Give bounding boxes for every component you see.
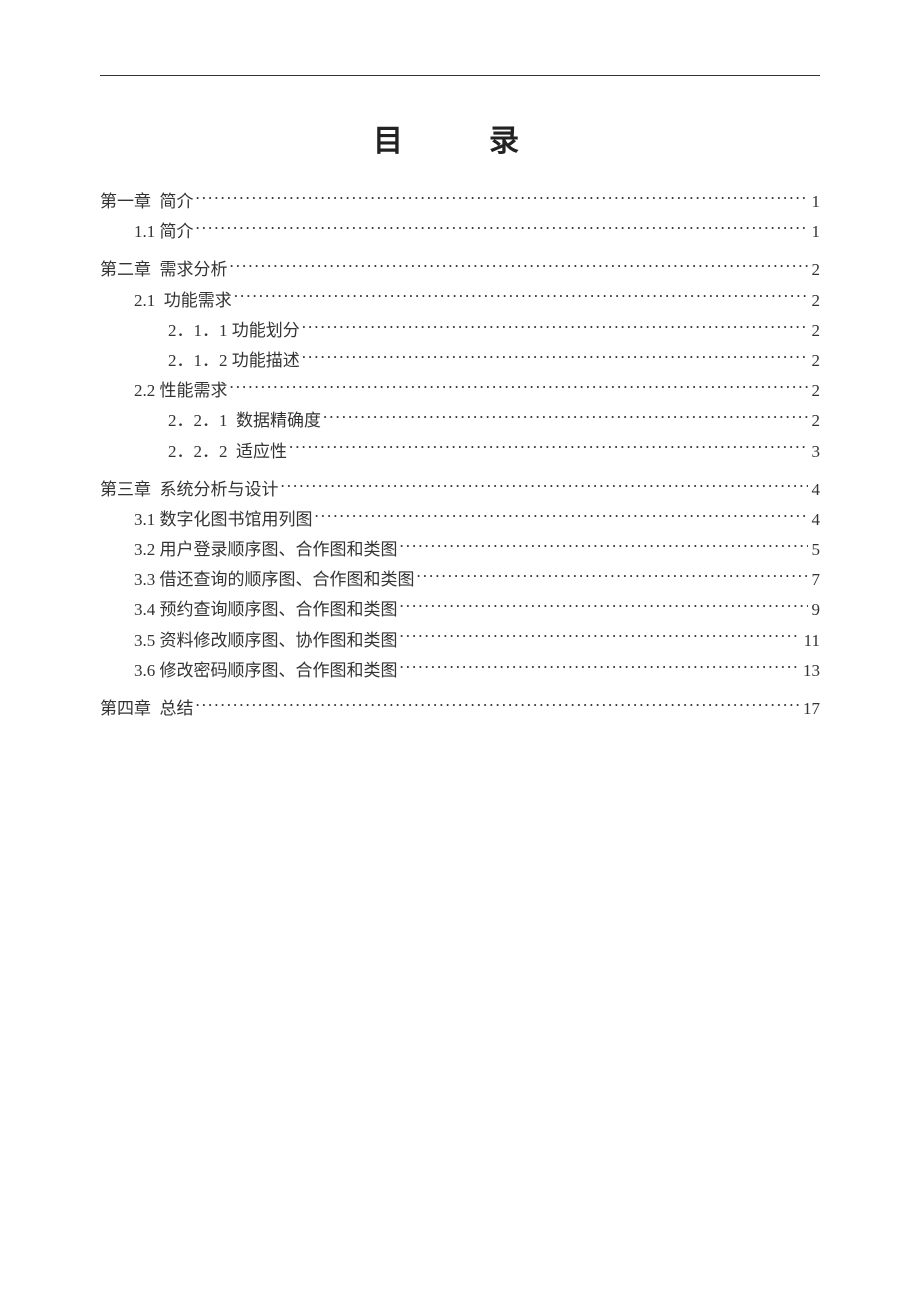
toc-entry-label: 第三章 系统分析与设计 xyxy=(100,476,279,503)
toc-entry-label: 第四章 总结 xyxy=(100,695,194,722)
toc-group-gap xyxy=(100,248,820,256)
toc-dots xyxy=(323,409,808,426)
toc-entry: 2．2．2 适应性 3 xyxy=(100,438,820,465)
toc-dots xyxy=(196,220,808,237)
toc-dots xyxy=(234,289,808,306)
toc-entry: 3.6 修改密码顺序图、合作图和类图 13 xyxy=(100,657,820,684)
toc-entry-label: 1.1 简介 xyxy=(134,218,194,245)
toc-dots xyxy=(302,349,808,366)
toc-entry: 2.2 性能需求 2 xyxy=(100,377,820,404)
toc-entry-label: 3.2 用户登录顺序图、合作图和类图 xyxy=(134,536,398,563)
toc-entry: 2.1 功能需求 2 xyxy=(100,287,820,314)
toc-entry-page: 17 xyxy=(801,695,820,722)
toc-entry-label: 第二章 需求分析 xyxy=(100,256,228,283)
top-divider xyxy=(100,75,820,76)
toc-dots xyxy=(196,697,800,714)
toc-entry-label: 3.6 修改密码顺序图、合作图和类图 xyxy=(134,657,398,684)
toc-entry: 1.1 简介 1 xyxy=(100,218,820,245)
toc-title: 目 录 xyxy=(100,116,820,160)
toc-entry-label: 3.5 资料修改顺序图、协作图和类图 xyxy=(134,627,398,654)
toc-entry: 第一章 简介 1 xyxy=(100,188,820,215)
toc-dots xyxy=(400,629,800,646)
toc-entry: 3.5 资料修改顺序图、协作图和类图 11 xyxy=(100,627,820,654)
toc-dots xyxy=(196,190,808,207)
toc-dots xyxy=(230,379,808,396)
toc-dots xyxy=(400,598,808,615)
toc-entry-page: 2 xyxy=(810,377,821,404)
toc-dots xyxy=(417,568,808,585)
toc-entry-label: 2.2 性能需求 xyxy=(134,377,228,404)
toc-entry-page: 2 xyxy=(810,256,821,283)
toc-entry-page: 1 xyxy=(810,218,821,245)
toc-entry: 2．1．2 功能描述 2 xyxy=(100,347,820,374)
toc-dots xyxy=(281,478,808,495)
toc-entry: 第三章 系统分析与设计 4 xyxy=(100,476,820,503)
toc-entry-page: 4 xyxy=(810,476,821,503)
toc-dots xyxy=(289,440,808,457)
toc-entry: 3.1 数字化图书馆用列图 4 xyxy=(100,506,820,533)
toc-dots xyxy=(315,508,808,525)
toc-entry-page: 13 xyxy=(801,657,820,684)
toc-entry-label: 2.1 功能需求 xyxy=(134,287,232,314)
toc-entry-page: 2 xyxy=(810,407,821,434)
toc-group-gap xyxy=(100,468,820,476)
toc-entry-label: 2．2．2 适应性 xyxy=(168,438,287,465)
toc-entry-label: 2．2．1 数据精确度 xyxy=(168,407,321,434)
toc-entry: 2．2．1 数据精确度 2 xyxy=(100,407,820,434)
toc-group-gap xyxy=(100,687,820,695)
toc-entry-page: 9 xyxy=(810,596,821,623)
toc-entry: 3.3 借还查询的顺序图、合作图和类图 7 xyxy=(100,566,820,593)
toc-entry-page: 2 xyxy=(810,287,821,314)
toc-entry: 3.2 用户登录顺序图、合作图和类图 5 xyxy=(100,536,820,563)
toc-entry-label: 2．1．2 功能描述 xyxy=(168,347,300,374)
toc-entry: 3.4 预约查询顺序图、合作图和类图 9 xyxy=(100,596,820,623)
toc-entry-label: 3.4 预约查询顺序图、合作图和类图 xyxy=(134,596,398,623)
toc-entry-page: 5 xyxy=(810,536,821,563)
table-of-contents: 第一章 简介11.1 简介1第二章 需求分析22.1 功能需求22．1．1 功能… xyxy=(100,188,820,722)
toc-entry-label: 2．1．1 功能划分 xyxy=(168,317,300,344)
toc-entry-page: 11 xyxy=(802,627,820,654)
toc-entry: 第二章 需求分析 2 xyxy=(100,256,820,283)
toc-dots xyxy=(400,538,808,555)
toc-dots xyxy=(302,319,808,336)
toc-entry-label: 第一章 简介 xyxy=(100,188,194,215)
toc-entry: 第四章 总结 17 xyxy=(100,695,820,722)
toc-entry-page: 1 xyxy=(810,188,821,215)
toc-entry-page: 2 xyxy=(810,317,821,344)
toc-dots xyxy=(400,659,800,676)
toc-entry-page: 3 xyxy=(810,438,821,465)
toc-entry-label: 3.3 借还查询的顺序图、合作图和类图 xyxy=(134,566,415,593)
toc-entry-page: 4 xyxy=(810,506,821,533)
toc-entry-label: 3.1 数字化图书馆用列图 xyxy=(134,506,313,533)
toc-entry: 2．1．1 功能划分 2 xyxy=(100,317,820,344)
toc-dots xyxy=(230,258,808,275)
toc-entry-page: 2 xyxy=(810,347,821,374)
toc-entry-page: 7 xyxy=(810,566,821,593)
